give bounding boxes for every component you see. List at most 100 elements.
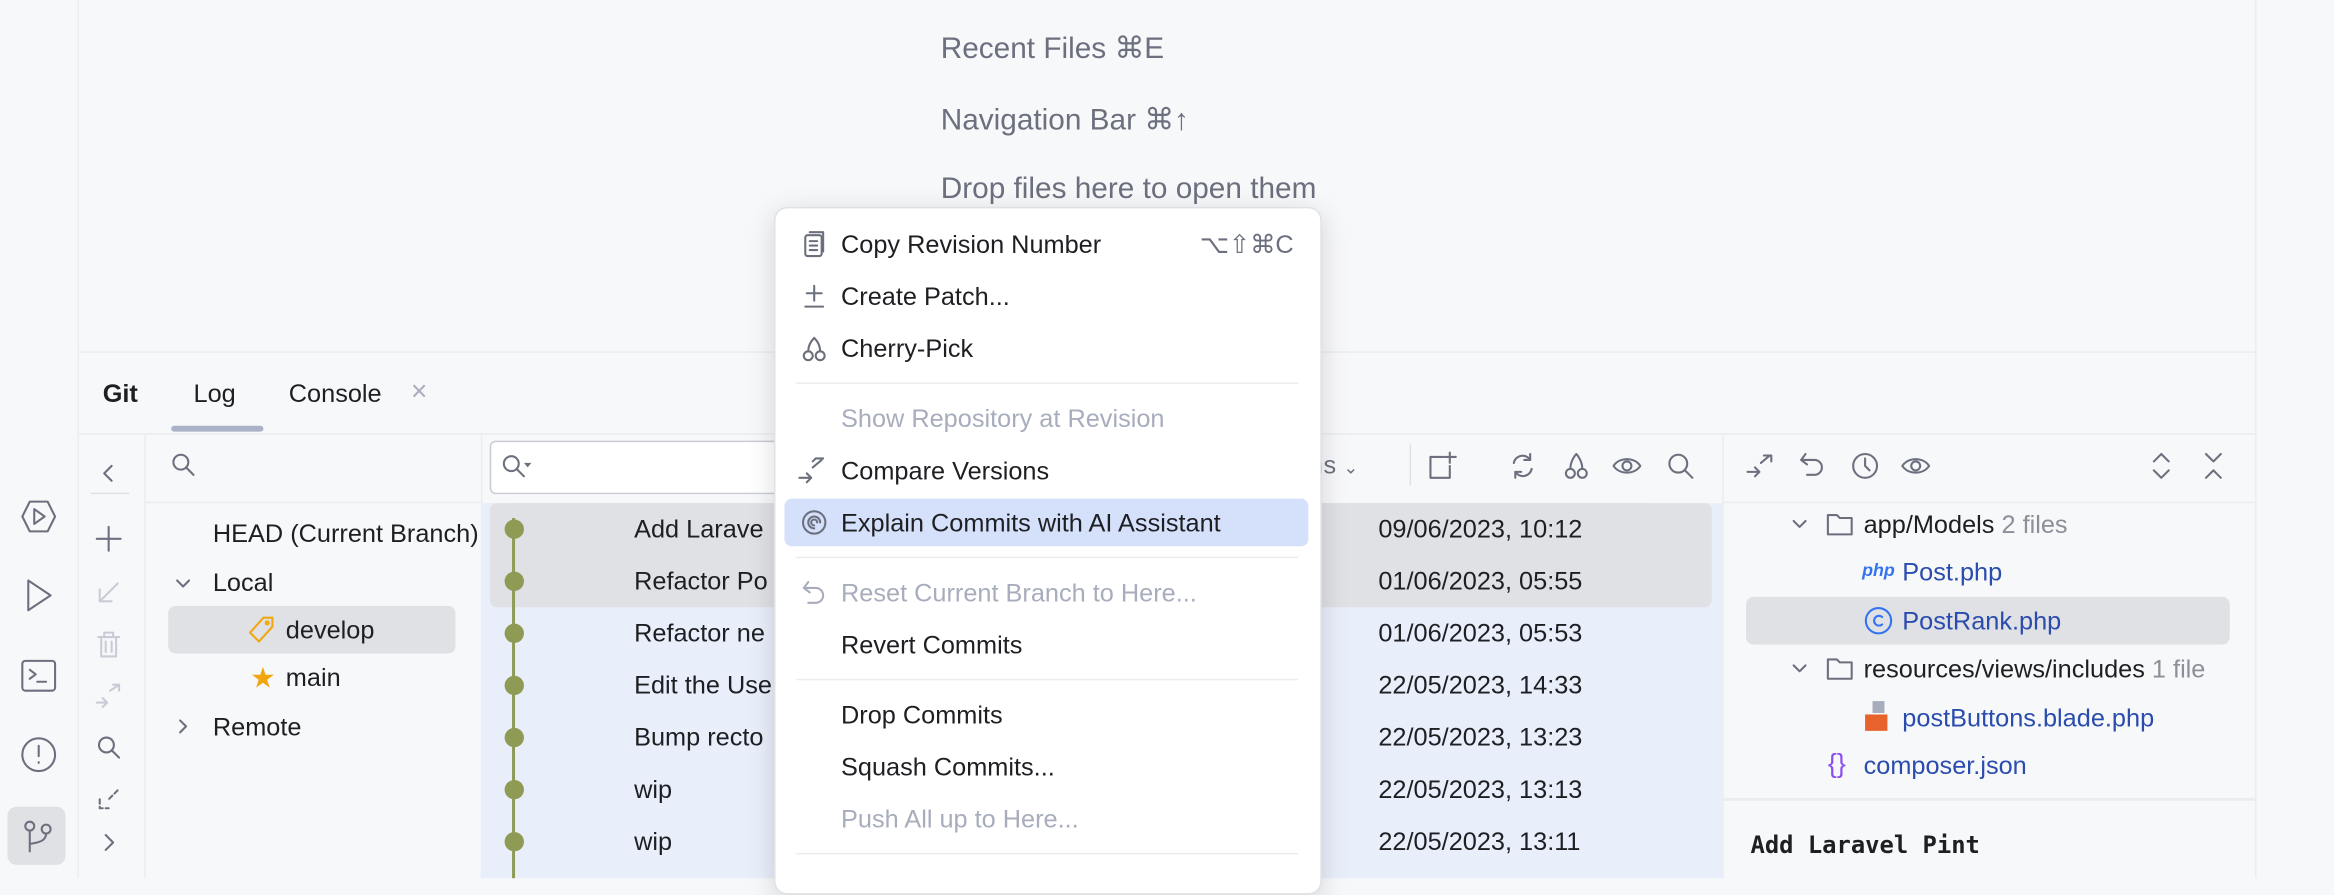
compare-icon <box>94 680 124 710</box>
tag-icon <box>247 615 277 645</box>
cherry-icon <box>799 333 829 363</box>
branch-group-local[interactable]: Local <box>213 569 273 599</box>
menu-item-cherry-pick[interactable]: Cherry-Pick <box>841 335 973 365</box>
chevron-down-icon[interactable] <box>1786 511 1813 538</box>
tab-log[interactable]: Log <box>194 380 236 410</box>
divider <box>90 492 130 495</box>
chevron-down-icon: ⌄ <box>1343 456 1359 478</box>
commit-date: 22/05/2023, 14:33 <box>1378 671 1583 700</box>
branch-head[interactable]: HEAD (Current Branch) <box>213 519 481 549</box>
shortcut-copy-revision: ⌥⇧⌘C <box>1199 230 1294 259</box>
folder-icon <box>1825 509 1855 539</box>
tree-file-postrank[interactable]: PostRank.php <box>1902 607 2061 637</box>
patch-icon <box>799 281 829 311</box>
menu-separator <box>796 556 1298 559</box>
expand-all-icon[interactable] <box>2145 450 2178 483</box>
collapse-all-icon[interactable] <box>2197 450 2230 483</box>
commit-node <box>504 779 524 800</box>
history-icon[interactable] <box>1849 450 1882 483</box>
collapse-left-icon[interactable] <box>94 458 124 488</box>
menu-item-compare-versions[interactable]: Compare Versions <box>841 457 1049 487</box>
divider <box>1722 501 2256 504</box>
git-icon[interactable] <box>7 806 66 865</box>
expand-right-icon[interactable] <box>94 828 124 858</box>
fetch-icon[interactable] <box>94 784 124 814</box>
active-tab-indicator <box>171 425 264 432</box>
commit-date: 01/06/2023, 05:55 <box>1378 567 1583 596</box>
commit-node <box>504 727 524 748</box>
search-history-icon <box>500 451 536 481</box>
commit-message: wip <box>634 827 673 856</box>
terminal-icon[interactable] <box>13 650 64 701</box>
new-branch-icon[interactable] <box>94 524 124 554</box>
menu-item-drop-commits[interactable]: Drop Commits <box>841 701 1003 731</box>
folder-name: resources/views/includes <box>1863 654 2145 684</box>
branch-main[interactable]: main <box>286 664 341 694</box>
menu-item-show-repository-at-revision: Show Repository at Revision <box>841 404 1165 434</box>
update-icon <box>94 578 124 608</box>
tab-console[interactable]: Console <box>289 380 382 410</box>
tree-file-post[interactable]: Post.php <box>1902 558 2002 588</box>
close-tab-icon[interactable]: × <box>411 377 428 410</box>
commit-date: 22/05/2023, 13:13 <box>1378 775 1583 804</box>
menu-item-explain-commits-with-ai-assistant[interactable]: Explain Commits with AI Assistant <box>841 509 1221 539</box>
tree-file-composer[interactable]: composer.json <box>1864 752 2027 782</box>
hint-recent-files: Recent Files ⌘E <box>940 32 1165 66</box>
folder-name: app/Models <box>1863 510 1995 539</box>
hint-drop-files: Drop files here to open them <box>940 172 1317 206</box>
divider <box>1722 797 2256 801</box>
chevron-right-icon[interactable] <box>170 713 197 740</box>
star-icon: ★ <box>250 663 276 696</box>
menu-item-copy-revision-number[interactable]: Copy Revision Number <box>841 231 1101 261</box>
file-count: 2 files <box>2001 510 2068 539</box>
cherry-pick-icon[interactable] <box>1560 450 1593 483</box>
class-icon <box>1862 604 1895 637</box>
ai-assistant-icon <box>799 508 829 538</box>
menu-separator <box>796 382 1298 385</box>
commit-message-title: Add Laravel Pint <box>1750 830 1980 859</box>
eye-icon[interactable] <box>1901 450 1934 483</box>
commit-node <box>504 571 524 591</box>
revert-icon[interactable] <box>1797 450 1830 483</box>
menu-separator <box>796 852 1298 855</box>
chevron-down-icon[interactable] <box>170 570 197 597</box>
menu-item-push-all-up-to-here: Push All up to Here... <box>841 805 1079 834</box>
show-diff-icon[interactable] <box>1745 450 1778 483</box>
branch-label: develop <box>285 616 375 645</box>
commit-node <box>504 675 524 696</box>
tree-folder-resources[interactable]: resources/views/includes 1 file <box>1864 655 2206 685</box>
problems-icon[interactable] <box>13 729 64 780</box>
divider <box>144 501 481 504</box>
compare-icon <box>796 454 829 487</box>
undo-icon <box>799 578 829 608</box>
menu-item-create-patch[interactable]: Create Patch... <box>841 283 1010 313</box>
ide-window: Recent Files ⌘E Navigation Bar ⌘↑ Drop f… <box>0 0 2334 895</box>
new-tab-icon[interactable] <box>1426 450 1459 483</box>
right-tool-strip <box>2255 0 2334 879</box>
delete-icon <box>94 630 124 660</box>
run-icon[interactable] <box>13 570 64 621</box>
tree-folder-app-models[interactable]: app/Models 2 files <box>1864 511 2068 541</box>
chevron-down-icon[interactable] <box>1786 655 1813 682</box>
commit-date: 22/05/2023, 13:11 <box>1378 827 1581 856</box>
menu-item-squash-commits[interactable]: Squash Commits... <box>841 753 1055 783</box>
tree-file-postbuttons[interactable]: postButtons.blade.php <box>1902 704 2154 734</box>
eye-icon[interactable] <box>1612 450 1645 483</box>
json-file-icon: {} <box>1827 748 1846 779</box>
menu-item-revert-commits[interactable]: Revert Commits <box>841 631 1022 661</box>
commit-node <box>504 519 524 539</box>
blade-file-icon <box>1865 701 1888 731</box>
search-icon[interactable] <box>94 732 124 762</box>
refresh-icon[interactable] <box>1506 450 1539 483</box>
commit-message: Bump recto <box>634 723 764 752</box>
commit-date: 22/05/2023, 13:23 <box>1378 723 1583 752</box>
services-icon[interactable] <box>13 491 64 542</box>
commit-node <box>504 623 524 644</box>
branch-search-icon[interactable] <box>168 450 198 480</box>
commit-message: Refactor Po <box>634 567 768 596</box>
file-count: 1 file <box>2151 654 2206 684</box>
commit-message: Edit the Use <box>634 671 772 700</box>
branch-group-remote[interactable]: Remote <box>213 713 302 743</box>
divider <box>1409 443 1412 486</box>
search-icon[interactable] <box>1664 450 1697 483</box>
